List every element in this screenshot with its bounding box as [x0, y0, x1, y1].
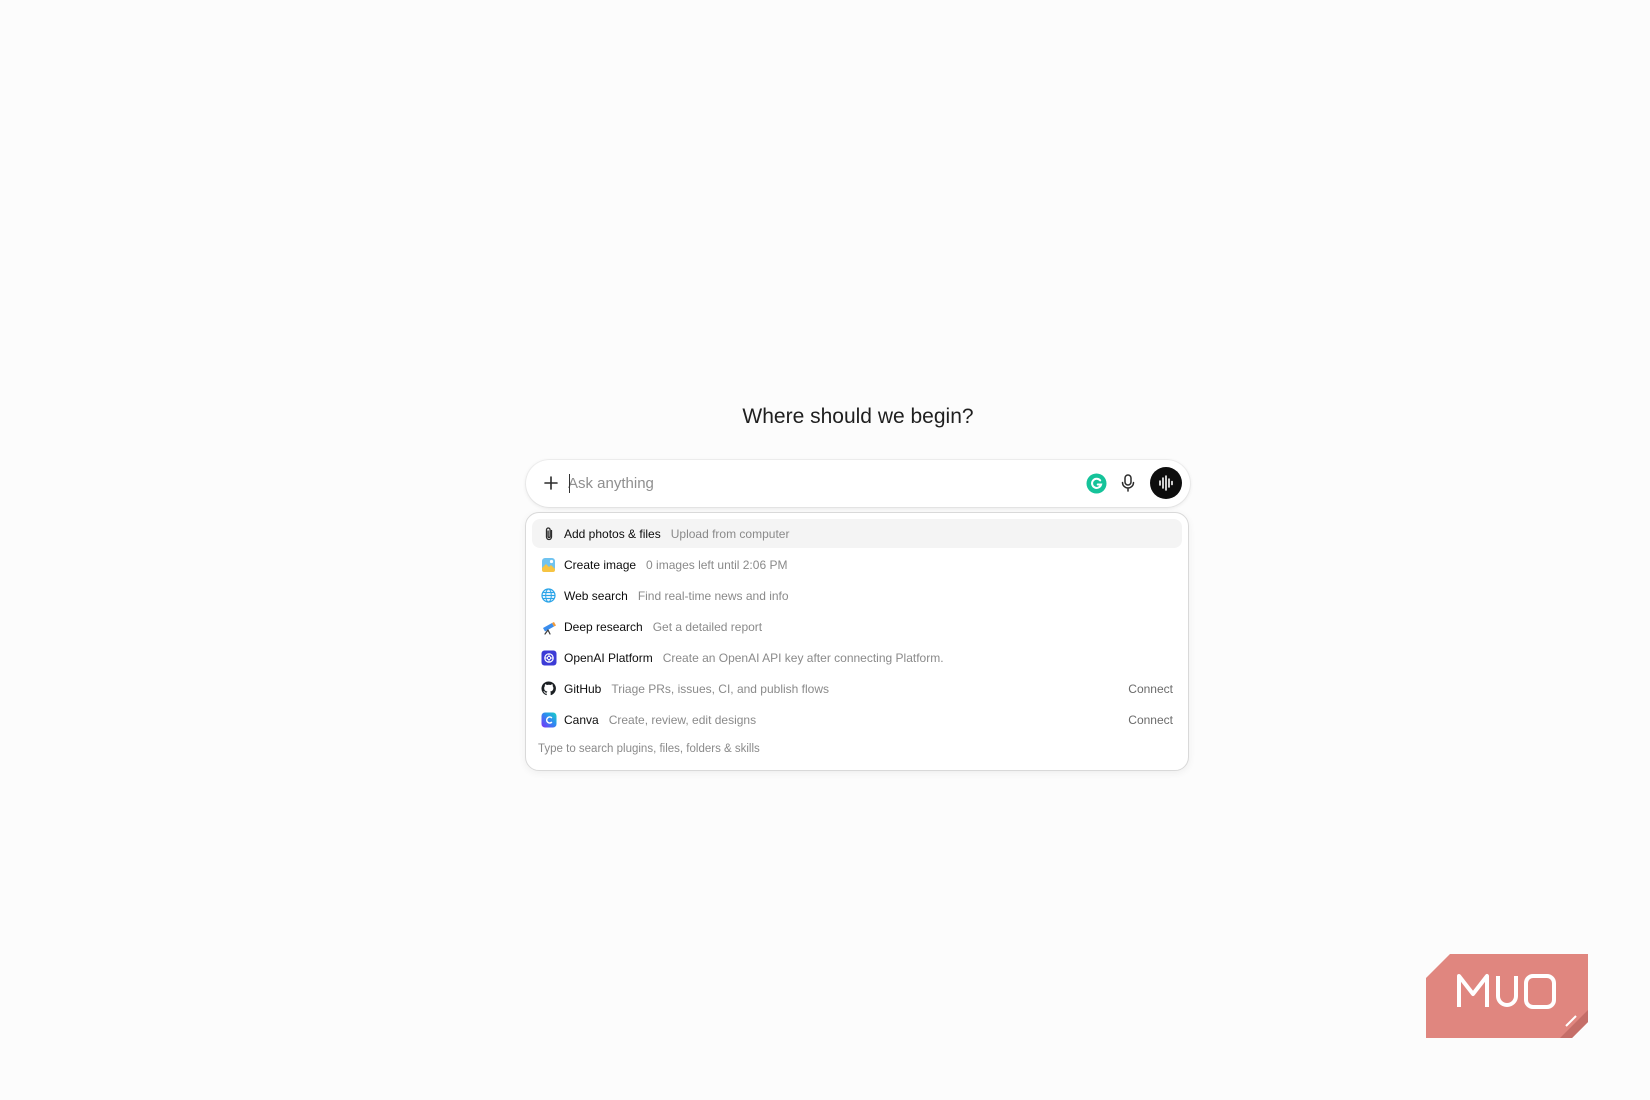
- page-title: Where should we begin?: [742, 405, 974, 428]
- menu-item-description: 0 images left until 2:06 PM: [646, 557, 788, 572]
- menu-item-create-image[interactable]: Create image 0 images left until 2:06 PM: [532, 550, 1182, 579]
- muo-watermark-logo: [1426, 954, 1588, 1038]
- globe-icon: [540, 587, 557, 604]
- dictate-button[interactable]: [1117, 472, 1139, 494]
- menu-item-label: GitHub: [564, 681, 602, 696]
- menu-item-label: OpenAI Platform: [564, 650, 653, 665]
- connect-canva-button[interactable]: Connect: [1128, 713, 1173, 727]
- menu-item-canva[interactable]: Canva Create, review, edit designs Conne…: [532, 705, 1182, 734]
- grammarly-icon: [1086, 473, 1107, 494]
- menu-item-description: Upload from computer: [670, 526, 790, 541]
- menu-item-add-photos-files[interactable]: Add photos & files Upload from computer: [532, 519, 1182, 548]
- menu-item-deep-research[interactable]: Deep research Get a detailed report: [532, 612, 1182, 641]
- text-caret: [569, 474, 570, 493]
- telescope-icon: [540, 618, 557, 635]
- connect-github-button[interactable]: Connect: [1128, 682, 1173, 696]
- openai-platform-icon: [540, 649, 557, 666]
- plus-icon: [544, 476, 558, 490]
- menu-item-label: Add photos & files: [564, 526, 661, 541]
- menu-item-label: Web search: [564, 588, 628, 603]
- menu-item-label: Canva: [564, 712, 599, 727]
- add-button[interactable]: [536, 468, 566, 498]
- microphone-icon: [1121, 474, 1135, 492]
- menu-item-web-search[interactable]: Web search Find real-time news and info: [532, 581, 1182, 610]
- menu-item-label: Create image: [564, 557, 637, 572]
- canva-icon: [540, 711, 557, 728]
- composer: [526, 460, 1190, 507]
- menu-item-github[interactable]: GitHub Triage PRs, issues, CI, and publi…: [532, 674, 1182, 703]
- paperclip-icon: [540, 525, 557, 542]
- menu-item-label: Deep research: [564, 619, 643, 634]
- menu-item-description: Get a detailed report: [652, 619, 763, 634]
- github-icon: [540, 680, 557, 697]
- menu-item-description: Create an OpenAI API key after connectin…: [662, 650, 944, 665]
- menu-item-description: Create, review, edit designs: [608, 712, 757, 727]
- create-image-icon: [540, 556, 557, 573]
- voice-mode-icon: [1159, 475, 1173, 491]
- menu-item-description: Find real-time news and info: [637, 588, 789, 603]
- attachment-menu: Add photos & files Upload from computer …: [525, 512, 1189, 771]
- menu-item-description: Triage PRs, issues, CI, and publish flow…: [611, 681, 830, 696]
- menu-item-openai-platform[interactable]: OpenAI Platform Create an OpenAI API key…: [532, 643, 1182, 672]
- prompt-input[interactable]: [568, 469, 988, 497]
- search-hint: Type to search plugins, files, folders &…: [538, 743, 760, 755]
- grammarly-button[interactable]: [1086, 473, 1107, 494]
- voice-mode-button[interactable]: [1150, 467, 1182, 499]
